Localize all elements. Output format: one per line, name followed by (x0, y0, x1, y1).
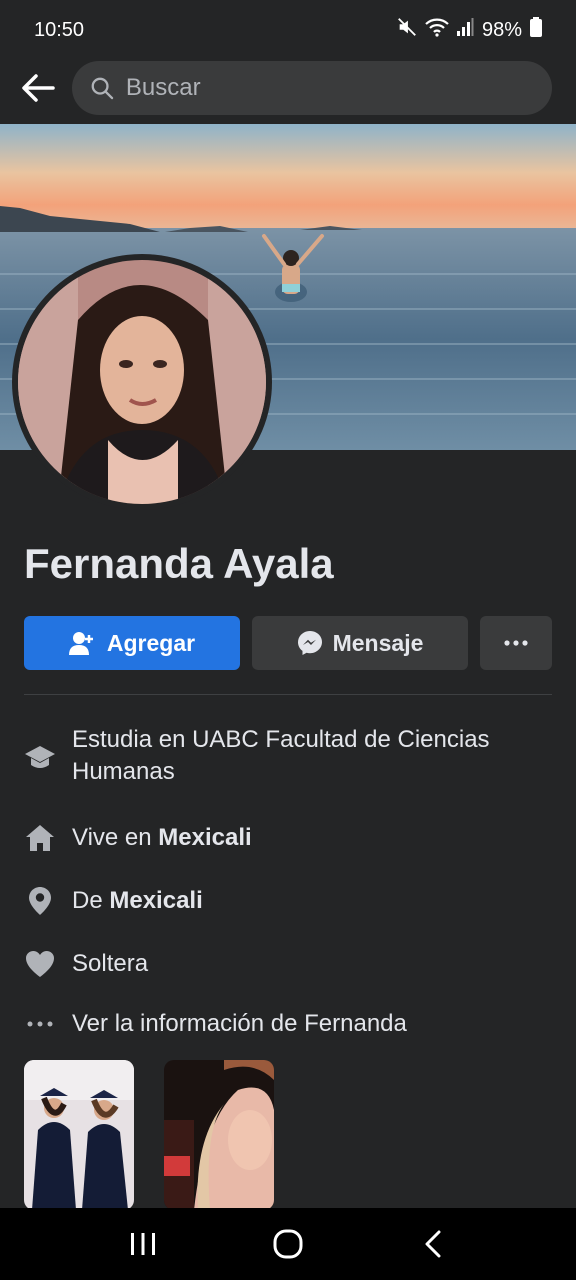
messenger-icon (297, 631, 322, 655)
graduation-cap-icon (24, 742, 56, 774)
info-item-lives: Vive en Mexicali (24, 822, 552, 854)
recent-apps-icon (130, 1233, 155, 1255)
search-input[interactable] (125, 74, 534, 102)
profile-actions: Agregar Mensaje (24, 616, 552, 670)
divider (24, 694, 552, 695)
clock: 10:50 (34, 18, 85, 41)
top-bar (0, 58, 576, 118)
battery-text: 98% (481, 18, 522, 41)
back-button[interactable] (18, 68, 58, 108)
status-right: 98% (396, 16, 542, 44)
message-label: Mensaje (332, 629, 424, 656)
home-button[interactable] (258, 1214, 318, 1274)
featured-photo[interactable] (24, 1060, 134, 1210)
chevron-left-icon (425, 1230, 441, 1258)
see-about-text: Ver la información de Fernanda (72, 1010, 407, 1037)
lives-prefix: Vive en (72, 824, 159, 851)
lives-city[interactable]: Mexicali (158, 824, 251, 851)
intro-list: Estudia en UABC Facultad de Ciencias Hum… (24, 718, 552, 1040)
battery-icon (530, 17, 542, 43)
home-icon (24, 822, 56, 854)
profile-name: Fernanda Ayala (24, 540, 334, 587)
add-friend-button[interactable]: Agregar (24, 616, 240, 670)
location-pin-icon (24, 885, 56, 917)
from-prefix: De (72, 887, 110, 914)
add-friend-icon (68, 632, 93, 655)
featured-photo[interactable] (164, 1060, 274, 1210)
signal-icon (456, 17, 474, 43)
info-item-relationship: Soltera (24, 948, 552, 980)
home-circle-icon (273, 1229, 303, 1259)
profile-avatar[interactable] (12, 254, 272, 510)
search-icon (91, 77, 114, 100)
status-bar: 10:50 98% (0, 0, 576, 60)
arrow-left-icon (22, 74, 55, 102)
message-button[interactable]: Mensaje (252, 616, 468, 670)
info-item-from: De Mexicali (24, 885, 552, 917)
from-city[interactable]: Mexicali (109, 887, 202, 914)
education-text: Estudia en UABC Facultad de Ciencias Hum… (72, 726, 490, 785)
add-friend-label: Agregar (106, 629, 196, 656)
avatar-image (18, 260, 266, 504)
from-text: De Mexicali (72, 885, 203, 917)
status-icons (396, 16, 474, 44)
system-nav-bar (0, 1208, 576, 1280)
mute-icon (396, 16, 418, 44)
ellipsis-icon (24, 1008, 56, 1040)
wifi-icon (424, 16, 450, 44)
relationship-text: Soltera (72, 950, 149, 977)
back-nav-button[interactable] (403, 1214, 463, 1274)
ellipsis-icon (504, 640, 528, 646)
info-item-education: Estudia en UABC Facultad de Ciencias Hum… (24, 724, 552, 790)
more-options-button[interactable] (480, 616, 552, 670)
featured-photos (24, 1060, 274, 1210)
recent-apps-button[interactable] (113, 1214, 173, 1274)
see-about-link[interactable]: Ver la información de Fernanda (24, 1008, 552, 1040)
lives-text: Vive en Mexicali (72, 822, 252, 854)
heart-icon (24, 948, 56, 980)
search-bar[interactable] (72, 61, 552, 115)
